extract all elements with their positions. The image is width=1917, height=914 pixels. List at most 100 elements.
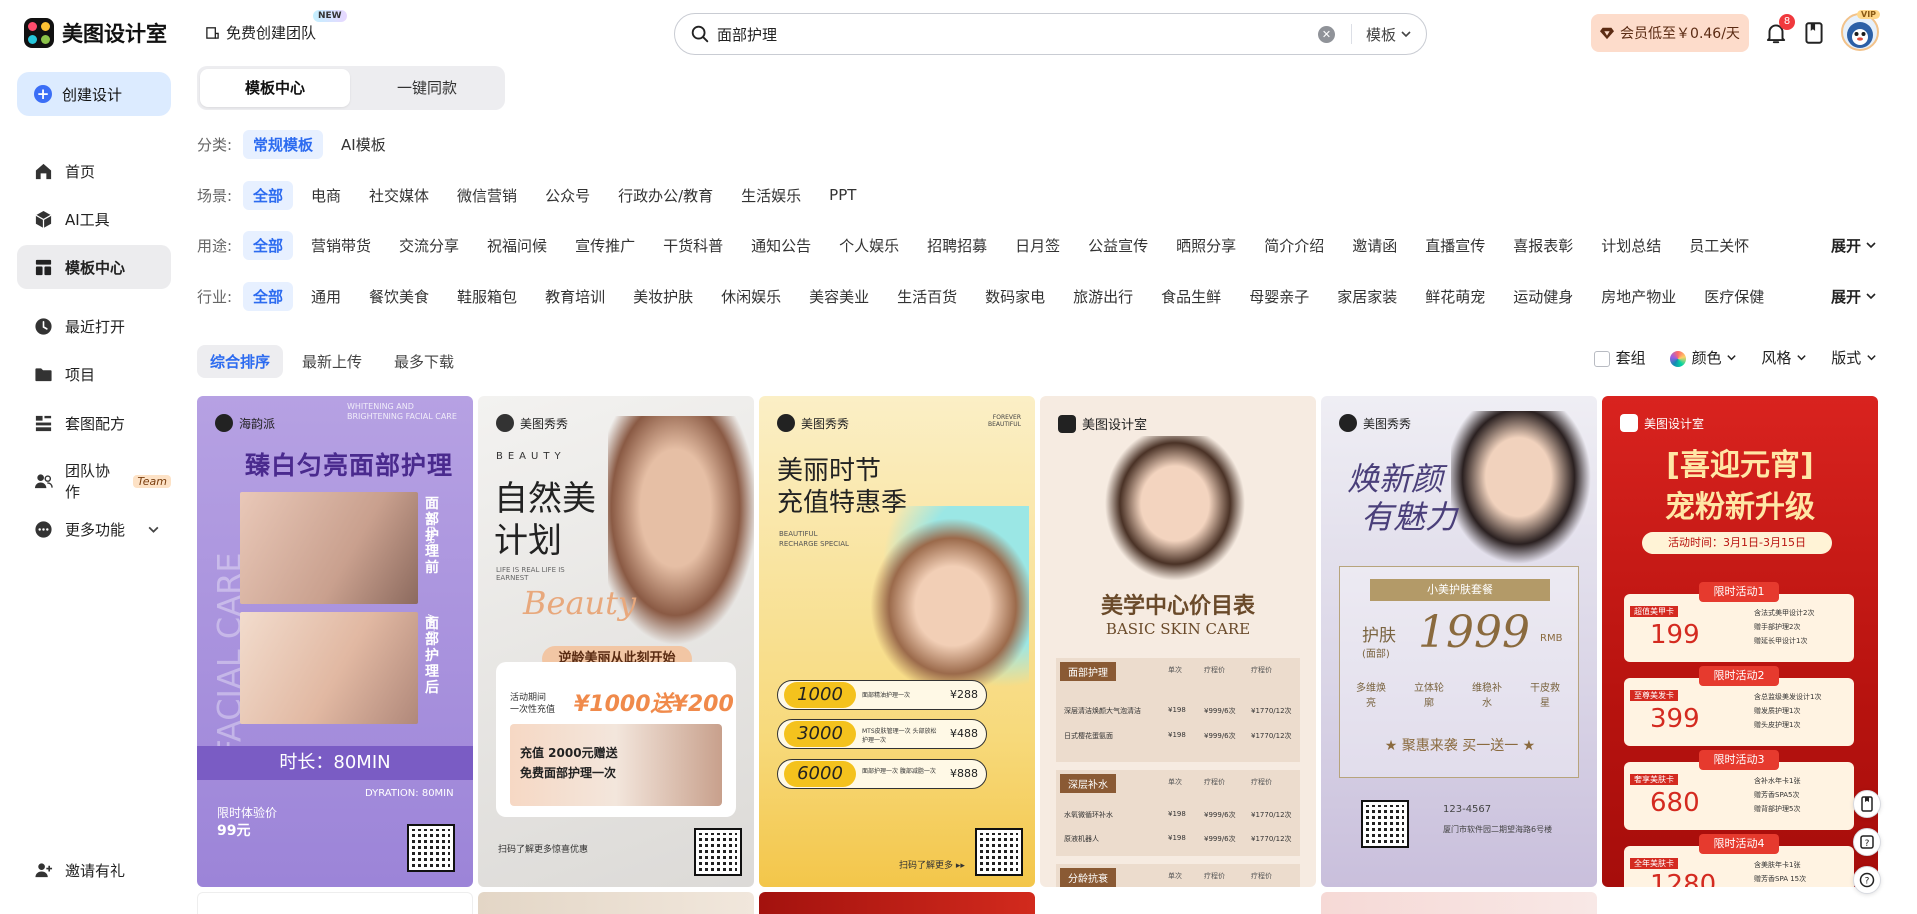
filter-chip[interactable]: 旅游出行 (1063, 282, 1143, 311)
template-card[interactable] (1321, 892, 1597, 914)
filter-chip[interactable]: 生活娱乐 (731, 181, 811, 210)
expand-industry-button[interactable]: 展开 (1831, 286, 1877, 307)
filter-chip[interactable]: 行政办公/教育 (608, 181, 723, 210)
template-card[interactable] (1040, 892, 1316, 914)
filter-chip[interactable]: 员工关怀 (1679, 231, 1759, 260)
filter-chip[interactable]: 喜报表彰 (1503, 231, 1583, 260)
tier-price: ¥888 (950, 767, 978, 780)
filter-chip[interactable]: 通知公告 (741, 231, 821, 260)
filter-chip[interactable]: 医疗保健 (1694, 282, 1774, 311)
template-card[interactable] (478, 892, 754, 914)
filter-chip[interactable]: 公众号 (535, 181, 600, 210)
sidebar-item-more[interactable]: 更多功能 (17, 507, 171, 551)
sidebar-item-ai-tools[interactable]: AI工具 (17, 197, 171, 241)
filter-chip[interactable]: 公益宣传 (1078, 231, 1158, 260)
sidebar-item-home[interactable]: 首页 (17, 149, 171, 193)
filter-chip[interactable]: 通用 (301, 282, 351, 311)
template-card[interactable]: 美图设计室 美学中心价目表 BASIC SKIN CARE 面部护理 单次 疗程… (1040, 396, 1316, 887)
layout-filter[interactable]: 版式 (1831, 347, 1877, 368)
filter-chip[interactable]: 全部 (243, 230, 294, 260)
sidebar-item-template-center[interactable]: 模板中心 (17, 245, 171, 289)
filter-chip[interactable]: 简介介绍 (1254, 231, 1334, 260)
template-card[interactable] (759, 892, 1035, 914)
sidebar-item-recipes[interactable]: 套图配方 (17, 401, 171, 445)
filter-chip[interactable]: 交流分享 (389, 231, 469, 260)
sort-options: 套组 颜色 风格 版式 (1593, 347, 1877, 368)
clock-icon (35, 317, 52, 335)
expand-usage-button[interactable]: 展开 (1831, 235, 1877, 256)
vip-button[interactable]: 会员低至￥0.46/天 (1591, 14, 1749, 52)
filter-chip[interactable]: 家居家装 (1327, 282, 1407, 311)
filter-chip[interactable]: 直播宣传 (1415, 231, 1495, 260)
filter-chip[interactable]: 教育培训 (535, 282, 615, 311)
filter-chip[interactable]: 美容美业 (799, 282, 879, 311)
template-card[interactable]: 美图设计室 [喜迎元宵] 宠粉新升级 活动时间：3月1日-3月15日 限时活动1… (1602, 396, 1878, 887)
floating-feedback-button[interactable]: ? (1853, 828, 1881, 856)
create-design-button[interactable]: + 创建设计 (17, 72, 171, 116)
filter-chip[interactable]: 日月签 (1005, 231, 1070, 260)
sidebar-item-label: 首页 (65, 162, 96, 181)
filter-chip[interactable]: 数码家电 (975, 282, 1055, 311)
filter-chip[interactable]: 鲜花萌宠 (1415, 282, 1495, 311)
filter-chip[interactable]: 母婴亲子 (1239, 282, 1319, 311)
filter-chip[interactable]: 运动健身 (1503, 282, 1583, 311)
invite-button[interactable]: 邀请有礼 (17, 848, 171, 892)
template-card[interactable]: 美图秀秀 FOREVER BEAUTIFUL 美丽时节 充值特惠季 BEAUTI… (759, 396, 1035, 887)
filter-chip[interactable]: 房地产物业 (1591, 282, 1686, 311)
floating-bookmark-button[interactable] (1853, 790, 1881, 818)
sidebar: + 创建设计 首页 AI工具 模板中心 最近打开 项目 套图配方 团队协作 Te… (0, 66, 188, 914)
filter-chip[interactable]: 电商 (301, 181, 351, 210)
invite-user-icon (35, 862, 53, 877)
bookmark-icon[interactable] (1801, 20, 1827, 46)
create-team-button[interactable]: 免费创建团队 NEW (205, 10, 347, 43)
filter-chip[interactable]: 微信营销 (447, 181, 527, 210)
sort-tab-newest[interactable]: 最新上传 (289, 345, 375, 378)
section-tag: 分龄抗衰 (1060, 868, 1116, 887)
logo[interactable]: 美图设计室 (24, 18, 167, 48)
filter-chip[interactable]: 休闲娱乐 (711, 282, 791, 311)
filter-chip[interactable]: 常规模板 (243, 129, 324, 159)
color-filter[interactable]: 颜色 (1669, 347, 1738, 368)
filter-chip[interactable]: 美妆护肤 (623, 282, 703, 311)
filter-chip[interactable]: 食品生鲜 (1151, 282, 1231, 311)
tier-amount: 3000 (784, 721, 856, 747)
sidebar-item-team[interactable]: 团队协作 Team (17, 459, 171, 503)
sort-tab-most-downloaded[interactable]: 最多下载 (381, 345, 467, 378)
filter-chip[interactable]: 营销带货 (301, 231, 381, 260)
chevron-down-icon (1727, 355, 1737, 361)
filter-chip[interactable]: AI模板 (331, 130, 396, 159)
filter-chip[interactable]: 晒照分享 (1166, 231, 1246, 260)
filter-chip[interactable]: 邀请函 (1342, 231, 1407, 260)
floating-help-button[interactable]: ? (1853, 866, 1881, 894)
sort-tab-comprehensive[interactable]: 综合排序 (197, 344, 284, 378)
template-card[interactable] (1602, 892, 1878, 914)
filter-chip[interactable]: PPT (819, 182, 866, 208)
filter-chip[interactable]: 招聘招募 (917, 231, 997, 260)
filter-chip[interactable]: 个人娱乐 (829, 231, 909, 260)
filter-chip[interactable]: 计划总结 (1591, 231, 1671, 260)
search-input[interactable] (717, 25, 1318, 43)
tab-template-center[interactable]: 模板中心 (200, 69, 350, 107)
clear-icon[interactable]: ✕ (1317, 25, 1335, 43)
filter-chip[interactable]: 干货科普 (653, 231, 733, 260)
filter-chip[interactable]: 餐饮美食 (359, 282, 439, 311)
filter-chip[interactable]: 生活百货 (887, 282, 967, 311)
offer-line-1: 充值 2000元赠送 (520, 746, 618, 760)
filter-chip[interactable]: 祝福问候 (477, 231, 557, 260)
template-card[interactable]: 海韵派 WHITENING AND BRIGHTENING FACIAL CAR… (197, 396, 473, 887)
filter-chip[interactable]: 鞋服箱包 (447, 282, 527, 311)
filter-chip[interactable]: 社交媒体 (359, 181, 439, 210)
filter-chip[interactable]: 宣传推广 (565, 231, 645, 260)
sidebar-item-projects[interactable]: 项目 (17, 352, 171, 396)
sidebar-item-recent[interactable]: 最近打开 (17, 304, 171, 348)
set-checkbox[interactable]: 套组 (1593, 347, 1646, 368)
style-filter[interactable]: 风格 (1761, 347, 1807, 368)
template-card[interactable]: 美图秀秀 BEAUTY 自然美 计划 LIFE IS REAL LIFE IS … (478, 396, 754, 887)
search-bar[interactable]: ✕ 模板 (674, 13, 1427, 55)
template-card[interactable] (197, 892, 473, 914)
template-card[interactable]: 美图秀秀 焕新颜 有魅力 小美护肤套餐 护肤 (面部) 1999 RMB 多维焕… (1321, 396, 1597, 887)
search-type-select[interactable]: 模板 (1352, 24, 1426, 45)
filter-chip[interactable]: 全部 (243, 281, 294, 311)
tab-one-click-same[interactable]: 一键同款 (352, 69, 502, 107)
filter-chip[interactable]: 全部 (243, 180, 294, 210)
